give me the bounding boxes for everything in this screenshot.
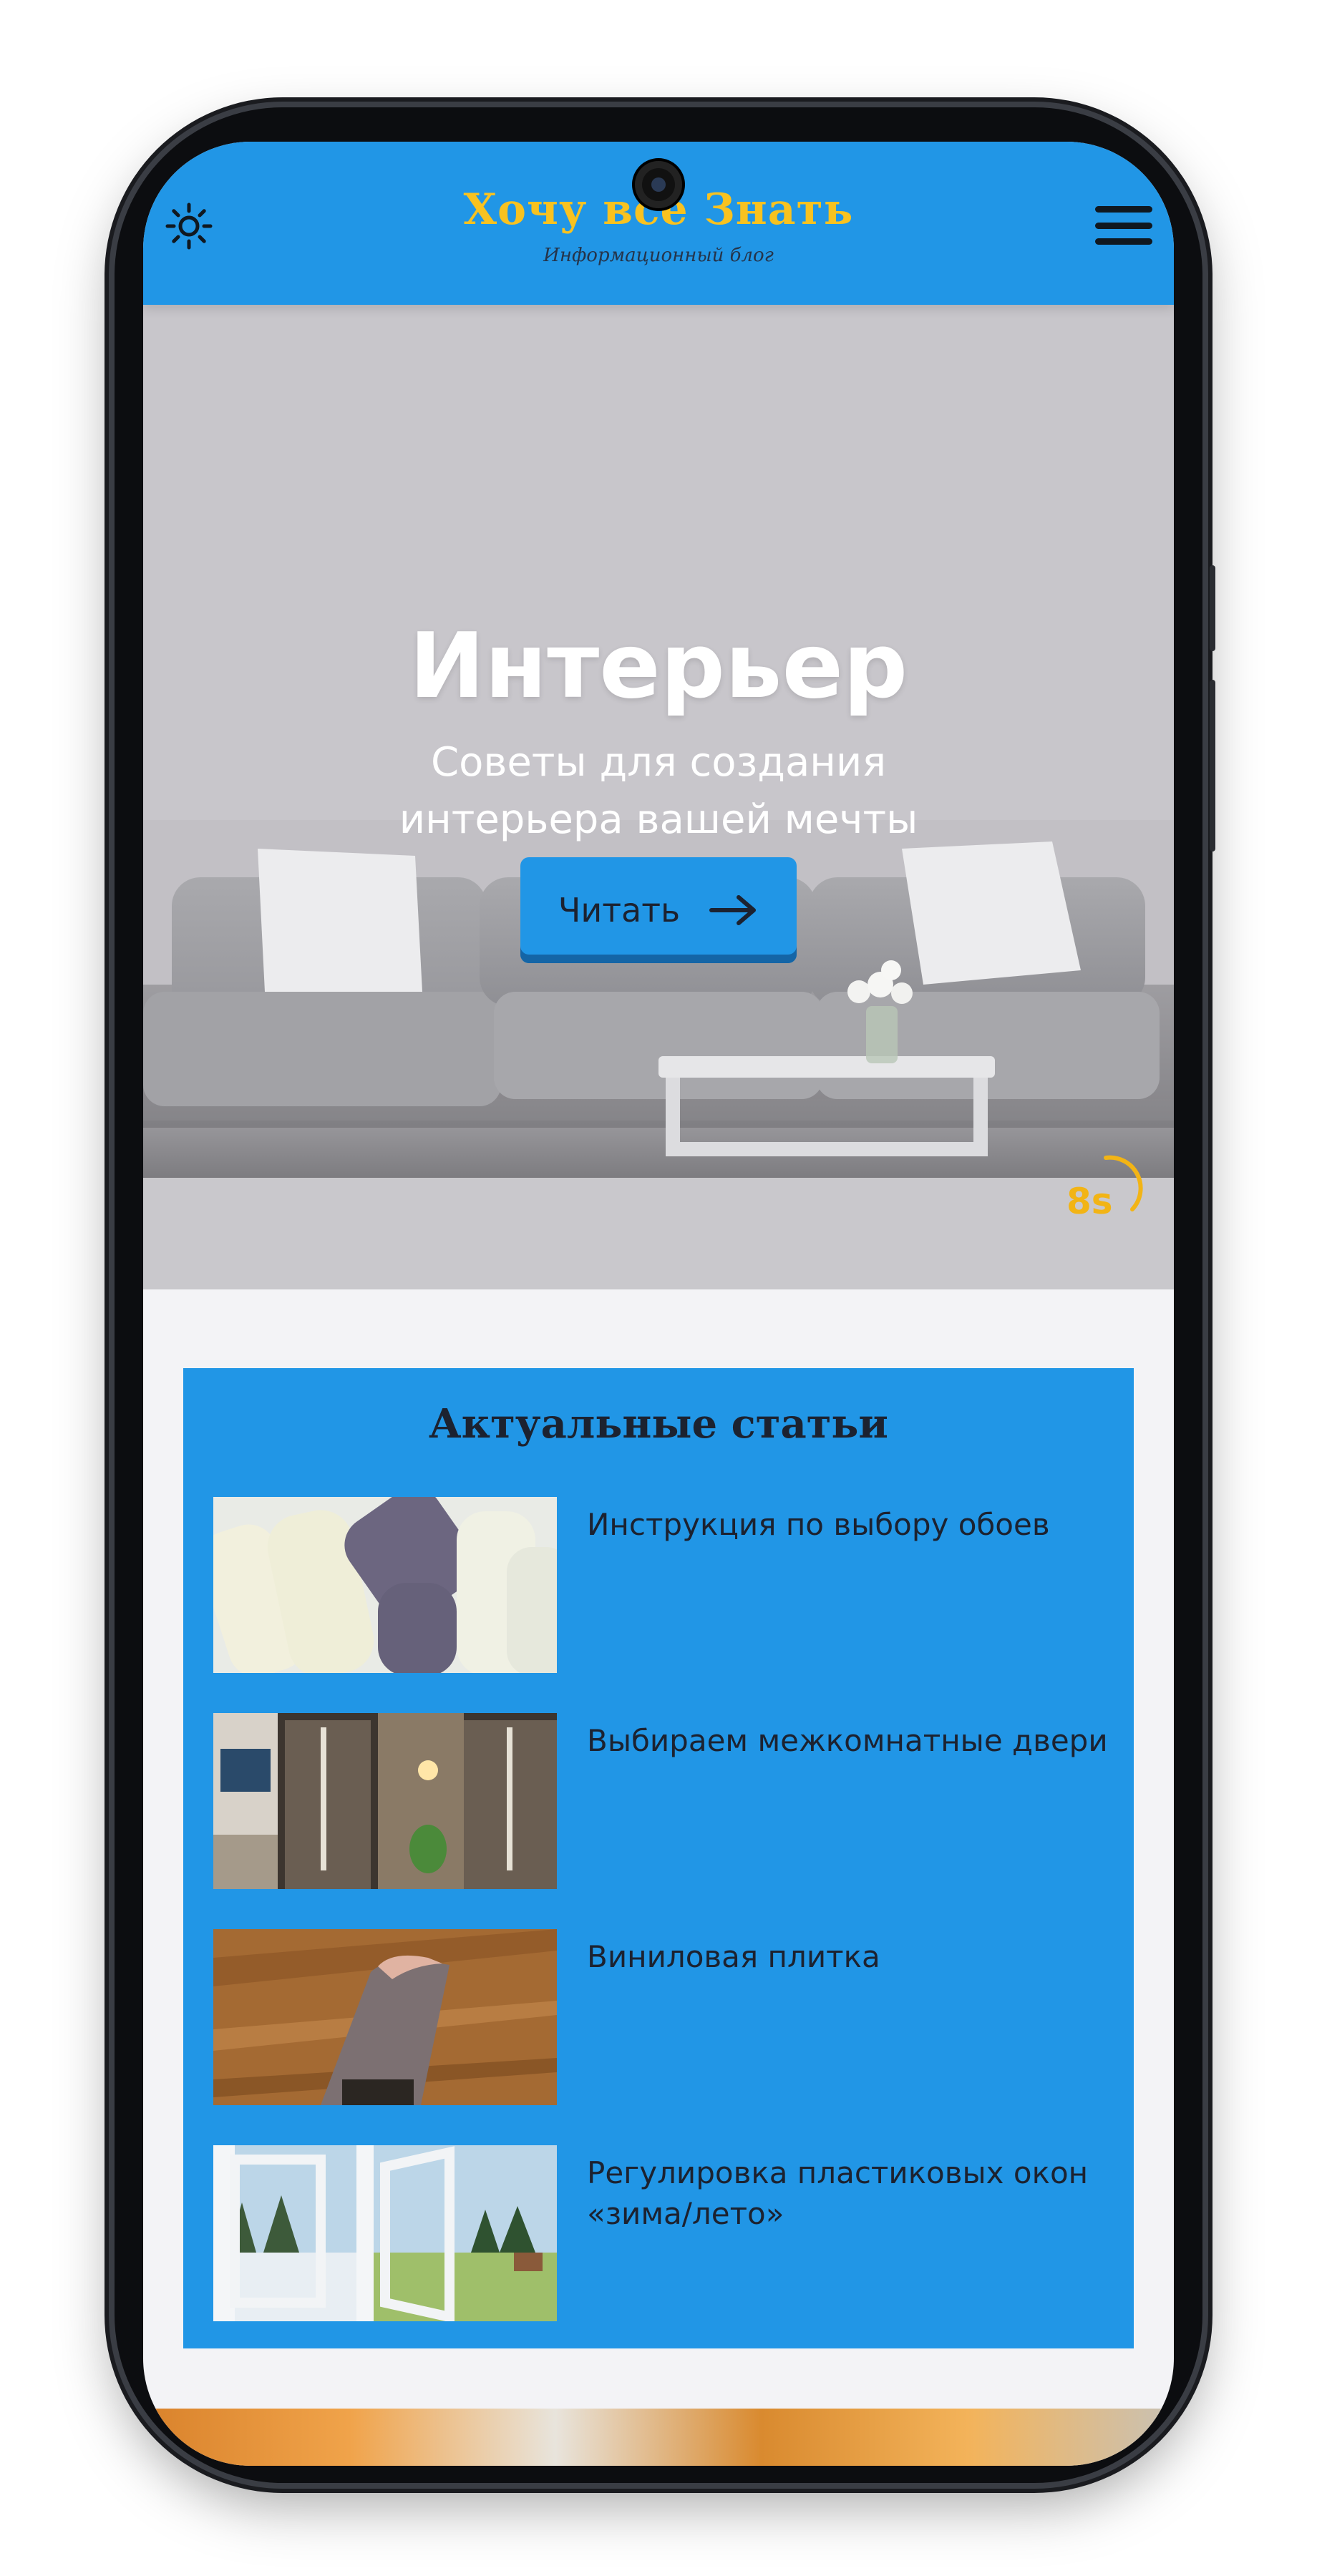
article-item[interactable]: Виниловая плитка [213, 1929, 1108, 2105]
read-button[interactable]: Читать [520, 857, 797, 963]
article-thumbnail[interactable] [213, 2145, 557, 2321]
read-button-label: Читать [558, 891, 681, 930]
article-item[interactable]: Инструкция по выбору обоев [213, 1497, 1108, 1673]
timer-label: 8s [1066, 1181, 1113, 1222]
hamburger-menu-icon[interactable] [1095, 200, 1152, 250]
article-item[interactable]: Регулировка пластиковых окон «зима/лето» [213, 2145, 1108, 2321]
article-thumbnail[interactable] [213, 1713, 557, 1889]
featured-articles: Актуальные статьи Инструкция по выбору о… [183, 1368, 1134, 2348]
next-section-preview [143, 2409, 1174, 2466]
article-title[interactable]: Регулировка пластиковых окон «зима/лето» [587, 2152, 1108, 2234]
article-thumbnail[interactable] [213, 1497, 557, 1673]
articles-heading: Актуальные статьи [429, 1400, 888, 1448]
article-title[interactable]: Инструкция по выбору обоев [587, 1504, 1108, 1545]
slide-timer: 8s [1066, 1149, 1145, 1228]
hero-subtitle: Советы для создания интерьера вашей мечт… [399, 739, 918, 843]
article-item[interactable]: Выбираем межкомнатные двери [213, 1713, 1108, 1889]
arrow-right-icon [709, 895, 757, 925]
article-title[interactable]: Выбираем межкомнатные двери [587, 1720, 1108, 1761]
front-camera [635, 161, 682, 208]
phone-screen: Хочу все Знать Информационный блог Интер… [143, 142, 1174, 2466]
hero-title: Интерьер [409, 613, 908, 718]
article-thumbnail[interactable] [213, 1929, 557, 2105]
site-tagline: Информационный блог [543, 245, 774, 266]
article-title[interactable]: Виниловая плитка [587, 1936, 1108, 1977]
hero-slider: Интерьер Советы для создания интерьера в… [143, 305, 1174, 1289]
